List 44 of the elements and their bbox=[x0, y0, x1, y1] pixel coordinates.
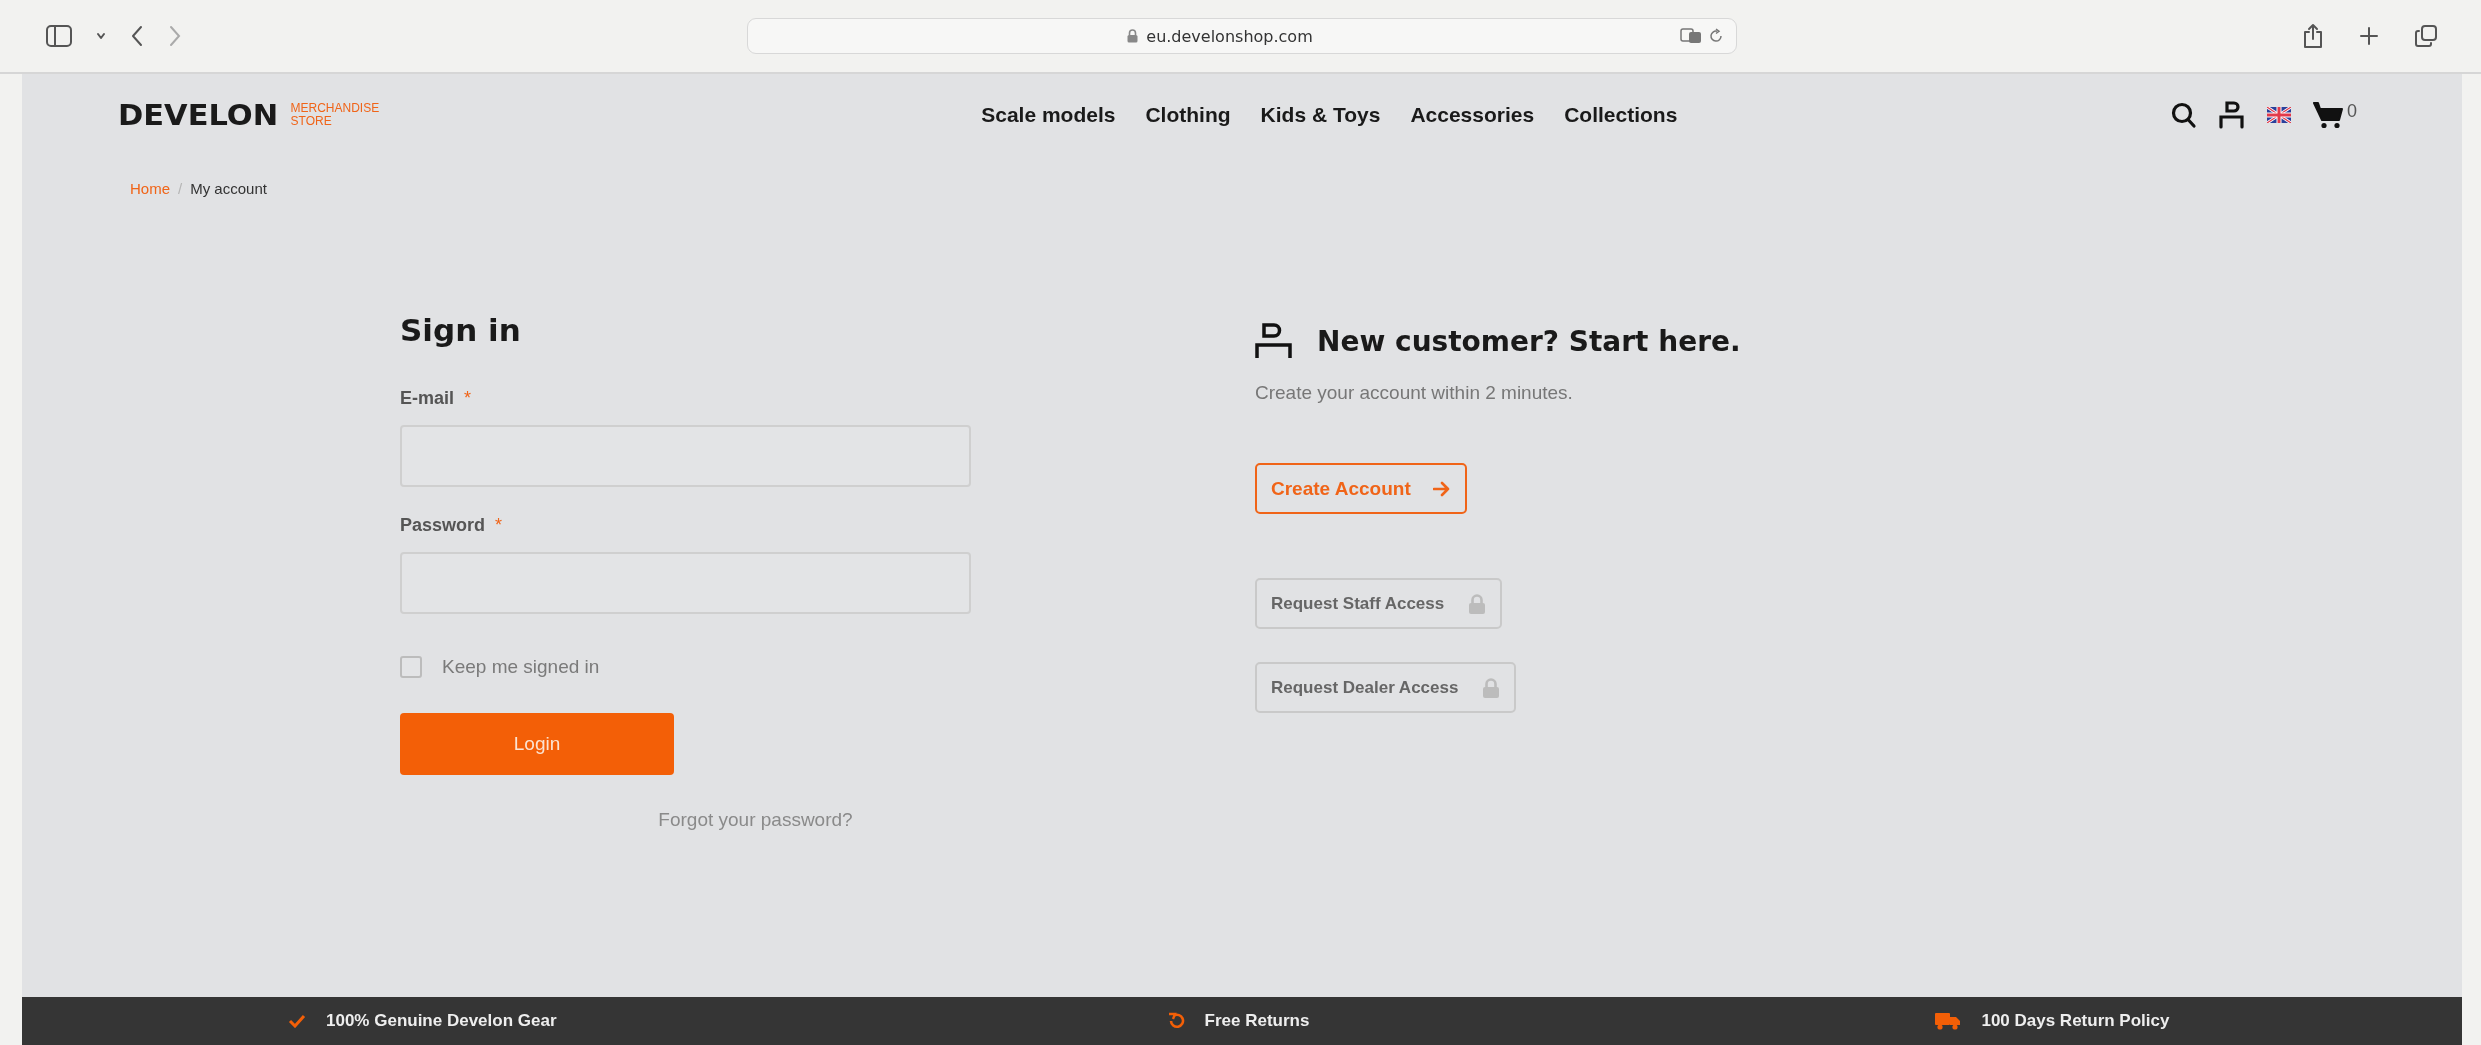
share-icon[interactable] bbox=[2303, 23, 2323, 49]
breadcrumb-current: My account bbox=[190, 180, 267, 197]
translate-icon[interactable] bbox=[1680, 28, 1702, 44]
flag-icon[interactable] bbox=[2267, 107, 2291, 123]
register-heading: New customer? Start here. bbox=[1317, 324, 1741, 358]
required-mark: * bbox=[464, 388, 472, 409]
request-access-button[interactable]: Request Staff Access bbox=[1255, 578, 1503, 629]
address-bar[interactable]: eu.develonshop.com bbox=[747, 18, 1737, 54]
feature-text: 100 Days Return Policy bbox=[1981, 1011, 2170, 1031]
chevron-down-icon[interactable] bbox=[96, 32, 106, 40]
nav-link[interactable]: Scale models bbox=[981, 103, 1116, 127]
lock-icon bbox=[1127, 29, 1139, 43]
sign-in-heading: Sign in bbox=[400, 312, 522, 348]
arrow-right-icon bbox=[1432, 480, 1451, 497]
tabs-icon[interactable] bbox=[2415, 25, 2437, 47]
feature-text: Free Returns bbox=[1204, 1011, 1310, 1031]
checkbox-label: Keep me signed in bbox=[442, 656, 600, 678]
breadcrumb-separator: / bbox=[178, 180, 183, 197]
brand-logo[interactable]: DEVELON bbox=[118, 98, 279, 132]
back-icon[interactable] bbox=[130, 25, 144, 47]
nav-link[interactable]: Accessories bbox=[1410, 103, 1535, 127]
request-access-button[interactable]: Request Dealer Access bbox=[1255, 662, 1517, 713]
reload-icon[interactable] bbox=[1708, 28, 1724, 44]
logo-tagline: MERCHANDISE STORE bbox=[290, 102, 380, 128]
feature-text: 100% Genuine Develon Gear bbox=[326, 1011, 557, 1031]
return-icon bbox=[1166, 1012, 1185, 1030]
nav-link[interactable]: Collections bbox=[1564, 103, 1678, 127]
field-label: Password bbox=[400, 515, 486, 536]
nav-link[interactable]: Clothing bbox=[1145, 103, 1231, 127]
cart-count: 0 bbox=[2347, 101, 2357, 122]
new-tab-icon[interactable] bbox=[2359, 26, 2379, 46]
search-icon[interactable] bbox=[2171, 101, 2197, 129]
checkbox[interactable] bbox=[400, 656, 422, 678]
required-mark: * bbox=[495, 515, 503, 536]
nav-link[interactable]: Kids & Toys bbox=[1260, 103, 1381, 127]
register-subtitle: Create your account within 2 minutes. bbox=[1255, 382, 1573, 404]
cart-icon[interactable] bbox=[2313, 101, 2343, 129]
url-text: eu.develonshop.com bbox=[1146, 26, 1313, 46]
truck-icon bbox=[1935, 1012, 1962, 1030]
check-icon bbox=[288, 1014, 306, 1028]
user-icon[interactable] bbox=[2219, 101, 2245, 129]
user-icon bbox=[1255, 322, 1293, 360]
sidebar-icon[interactable] bbox=[46, 25, 72, 47]
field-label: E-mail bbox=[400, 388, 455, 409]
